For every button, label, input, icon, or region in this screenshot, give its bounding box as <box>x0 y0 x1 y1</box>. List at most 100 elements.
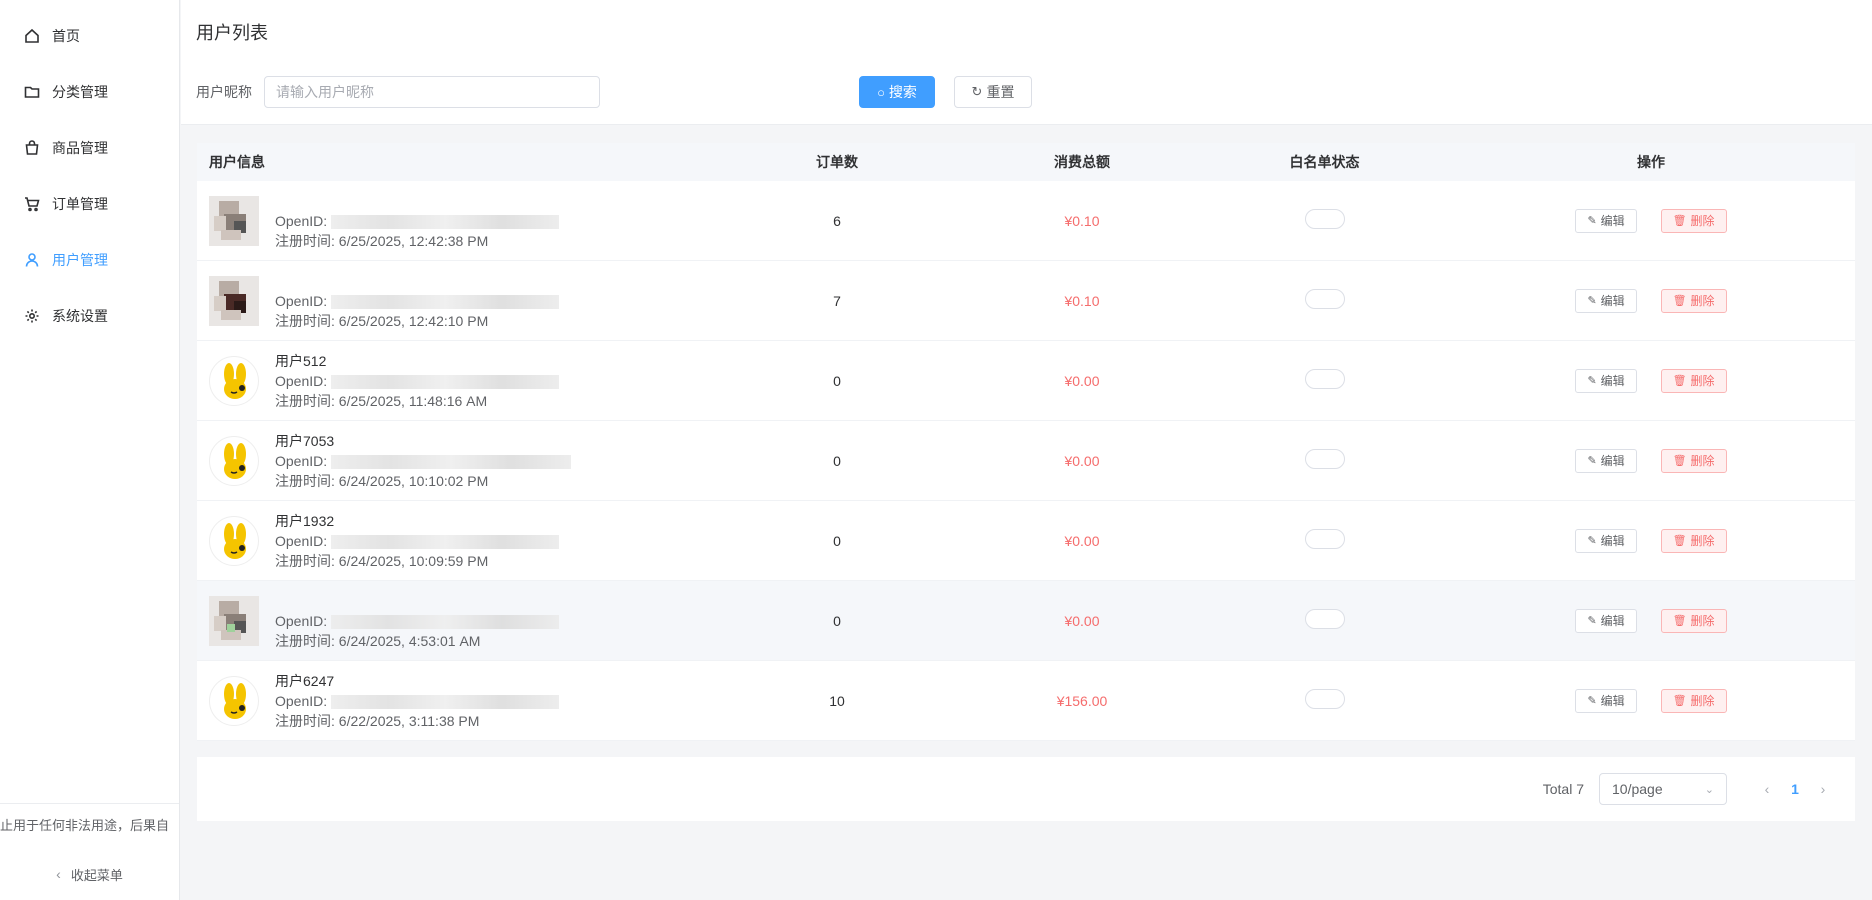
edit-button[interactable]: ✎ 编辑 <box>1575 528 1637 553</box>
whitelist-cell <box>1202 289 1447 312</box>
openid-label: OpenID: <box>275 372 328 389</box>
whitelist-cell <box>1202 369 1447 392</box>
user-info: OpenID: 注册时间: 6/24/2025, 4:53:01 AM <box>275 591 560 651</box>
column-header-actions: 操作 <box>1637 154 1665 170</box>
whitelist-toggle[interactable] <box>1304 609 1345 629</box>
pagination: Total 7 10/page ⌄ ‹ 1 › <box>197 757 1855 821</box>
table-row: 用户7053 OpenID: 注册时间: 6/24/2025, 10:10:02… <box>197 421 1855 501</box>
sidebar-item-category[interactable]: 分类管理 <box>0 64 179 120</box>
user-register-time: 注册时间: 6/25/2025, 11:48:16 AM <box>275 392 488 409</box>
total-spend: ¥0.00 <box>1064 612 1100 629</box>
search-label: 用户昵称 <box>196 84 252 100</box>
bag-icon <box>24 140 40 156</box>
refresh-icon: ↻ <box>971 84 983 99</box>
edit-button[interactable]: ✎ 编辑 <box>1575 288 1637 313</box>
edit-button[interactable]: ✎ 编辑 <box>1575 208 1637 233</box>
actions-cell: ✎ 编辑 🗑 删除 <box>1447 528 1855 553</box>
total-spend: ¥0.00 <box>1064 452 1100 469</box>
edit-button[interactable]: ✎ 编辑 <box>1575 368 1637 393</box>
column-header-whitelist: 白名单状态 <box>1289 154 1360 170</box>
user-name: 用户1932 <box>275 512 335 529</box>
edit-button[interactable]: ✎ 编辑 <box>1575 448 1637 473</box>
delete-button[interactable]: 🗑 删除 <box>1660 208 1727 233</box>
openid-redacted <box>331 614 560 629</box>
whitelist-toggle[interactable] <box>1304 449 1345 469</box>
openid-redacted <box>331 214 560 229</box>
sidebar-item-label: 首页 <box>52 28 80 44</box>
sidebar-item-label: 分类管理 <box>52 84 108 100</box>
delete-button-label: 删除 <box>1690 374 1715 388</box>
edit-button-label: 编辑 <box>1600 214 1625 228</box>
user-openid: OpenID: <box>275 531 560 551</box>
table-row: OpenID: 注册时间: 6/25/2025, 12:42:10 PM 7 ¥… <box>197 261 1855 341</box>
trash-icon: 🗑 <box>1672 455 1687 467</box>
delete-button[interactable]: 🗑 删除 <box>1660 608 1727 633</box>
trash-icon: 🗑 <box>1672 375 1687 387</box>
user-openid: OpenID: <box>275 211 560 231</box>
whitelist-cell <box>1202 689 1447 712</box>
sidebar-item-products[interactable]: 商品管理 <box>0 120 179 176</box>
actions-cell: ✎ 编辑 🗑 删除 <box>1447 288 1855 313</box>
delete-button[interactable]: 🗑 删除 <box>1660 288 1727 313</box>
whitelist-toggle[interactable] <box>1304 209 1345 229</box>
delete-button-label: 删除 <box>1690 614 1715 628</box>
actions-cell: ✎ 编辑 🗑 删除 <box>1447 368 1855 393</box>
edit-button-label: 编辑 <box>1600 534 1625 548</box>
whitelist-toggle[interactable] <box>1304 369 1345 389</box>
user-info: OpenID: 注册时间: 6/25/2025, 12:42:38 PM <box>275 191 560 251</box>
search-button[interactable]: ○ 搜索 <box>859 76 935 108</box>
nickname-search-input[interactable] <box>264 76 600 108</box>
delete-button[interactable]: 🗑 删除 <box>1660 688 1727 713</box>
page-size-value: 10/page <box>1612 781 1663 797</box>
sidebar-item-orders[interactable]: 订单管理 <box>0 176 179 232</box>
table-row: OpenID: 注册时间: 6/25/2025, 12:42:38 PM 6 ¥… <box>197 181 1855 261</box>
whitelist-toggle[interactable] <box>1304 689 1345 709</box>
whitelist-cell <box>1202 529 1447 552</box>
user-info-cell: 用户1932 OpenID: 注册时间: 6/24/2025, 10:09:59… <box>197 511 712 571</box>
whitelist-toggle[interactable] <box>1304 289 1345 309</box>
total-spend: ¥0.00 <box>1064 532 1100 549</box>
page-size-select[interactable]: 10/page ⌄ <box>1599 773 1727 805</box>
sidebar-item-label: 用户管理 <box>52 252 108 268</box>
delete-button[interactable]: 🗑 删除 <box>1660 448 1727 473</box>
sidebar-footer: 止用于任何非法用途，后果自 ‹ 收起菜单 <box>0 803 179 900</box>
table-row: OpenID: 注册时间: 6/24/2025, 4:53:01 AM 0 ¥0… <box>197 581 1855 661</box>
trash-icon: 🗑 <box>1672 615 1687 627</box>
collapse-menu-button[interactable]: ‹ 收起菜单 <box>0 848 179 900</box>
delete-button-label: 删除 <box>1690 294 1715 308</box>
openid-redacted <box>331 294 560 309</box>
delete-button-label: 删除 <box>1690 534 1715 548</box>
sidebar-item-users[interactable]: 用户管理 <box>0 232 179 288</box>
sidebar-item-label: 系统设置 <box>52 308 108 324</box>
delete-button[interactable]: 🗑 删除 <box>1660 528 1727 553</box>
user-name: 用户7053 <box>275 432 335 449</box>
edit-icon: ✎ <box>1587 615 1597 627</box>
edit-icon: ✎ <box>1587 215 1597 227</box>
edit-button[interactable]: ✎ 编辑 <box>1575 688 1637 713</box>
reset-button[interactable]: ↻ 重置 <box>954 76 1032 108</box>
edit-icon: ✎ <box>1587 535 1597 547</box>
chevron-left-icon: ‹ <box>56 866 61 882</box>
next-page-button[interactable]: › <box>1811 781 1835 797</box>
whitelist-toggle[interactable] <box>1304 529 1345 549</box>
edit-button[interactable]: ✎ 编辑 <box>1575 608 1637 633</box>
collapse-menu-label: 收起菜单 <box>70 867 123 883</box>
order-count: 7 <box>833 292 841 309</box>
sidebar-item-settings[interactable]: 系统设置 <box>0 288 179 344</box>
sidebar-item-label: 商品管理 <box>52 140 108 156</box>
page-number-current[interactable]: 1 <box>1779 781 1811 797</box>
order-count: 0 <box>833 612 841 629</box>
user-info-cell: OpenID: 注册时间: 6/25/2025, 12:42:38 PM <box>197 191 712 251</box>
user-info-cell: 用户512 OpenID: 注册时间: 6/25/2025, 11:48:16 … <box>197 351 712 411</box>
total-spend: ¥0.10 <box>1064 212 1100 229</box>
user-name: 用户512 <box>275 352 327 369</box>
sidebar-item-home[interactable]: 首页 <box>0 8 179 64</box>
user-register-time: 注册时间: 6/24/2025, 10:09:59 PM <box>275 552 489 569</box>
edit-button-label: 编辑 <box>1600 374 1625 388</box>
user-openid: OpenID: <box>275 451 572 471</box>
prev-page-button[interactable]: ‹ <box>1755 781 1779 797</box>
delete-button[interactable]: 🗑 删除 <box>1660 368 1727 393</box>
user-info: 用户7053 OpenID: 注册时间: 6/24/2025, 10:10:02… <box>275 431 572 491</box>
user-info: 用户512 OpenID: 注册时间: 6/25/2025, 11:48:16 … <box>275 351 560 411</box>
openid-redacted <box>331 454 572 469</box>
